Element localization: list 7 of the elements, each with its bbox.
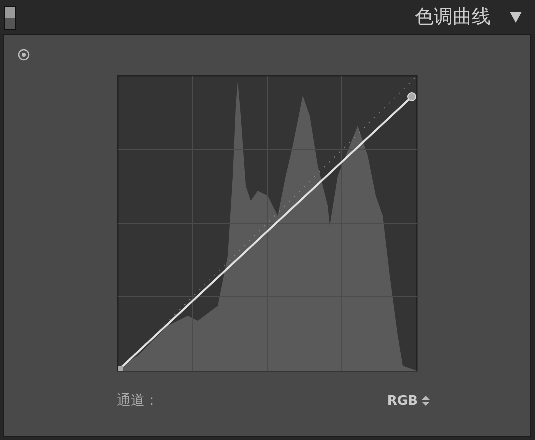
channel-label: 通道 : xyxy=(117,392,154,410)
channel-dropdown[interactable]: RGB xyxy=(387,394,430,408)
panel-title: 色调曲线 xyxy=(415,5,491,30)
target-icon[interactable] xyxy=(18,49,30,61)
up-down-arrows-icon xyxy=(422,396,430,406)
panel-switch[interactable] xyxy=(4,6,16,30)
caret-icon[interactable] xyxy=(509,10,523,24)
